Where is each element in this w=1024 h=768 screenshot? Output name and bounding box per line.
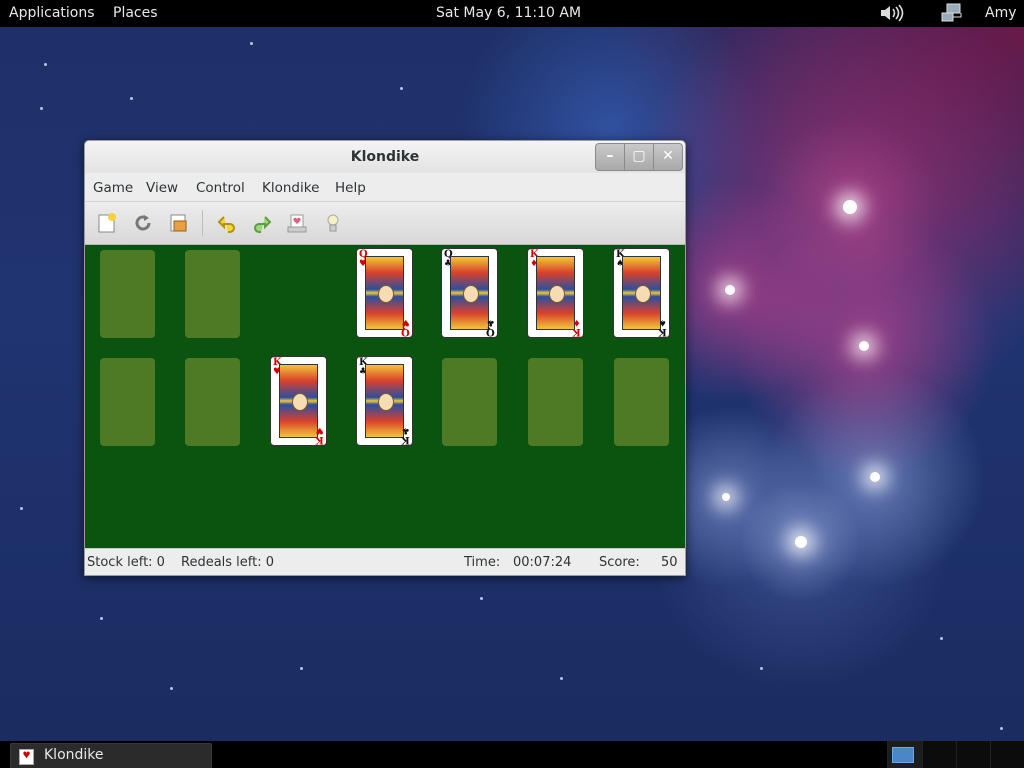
toolbar-separator xyxy=(202,210,203,236)
star xyxy=(300,667,303,670)
star xyxy=(760,667,763,670)
waste-slot[interactable] xyxy=(185,250,240,338)
menu-view[interactable]: View xyxy=(146,180,178,196)
time-label: Time: xyxy=(464,555,501,570)
star xyxy=(130,97,133,100)
select-game-icon[interactable] xyxy=(168,212,190,234)
firework-burst xyxy=(725,285,735,295)
window-titlebar[interactable]: Klondike – ▢ ✕ xyxy=(85,141,685,173)
top-panel: Applications Places Sat May 6, 11:10 AM … xyxy=(0,0,1024,27)
card-rank-bottom: K ♣ xyxy=(401,425,410,445)
star xyxy=(170,687,173,690)
star xyxy=(250,42,253,45)
star xyxy=(400,87,403,90)
foundation-card-1[interactable]: Q ♥ Q ♥ xyxy=(356,248,413,338)
restart-icon[interactable] xyxy=(132,212,154,234)
score-label: Score: xyxy=(599,555,640,570)
new-game-icon[interactable] xyxy=(96,212,118,234)
foundation-card-2[interactable]: Q ♣ Q ♣ xyxy=(441,248,498,338)
user-menu[interactable]: Amy xyxy=(985,5,1017,21)
star xyxy=(40,107,43,110)
card-face-art xyxy=(450,256,489,330)
time-value: 00:07:24 xyxy=(513,555,572,570)
firework-burst xyxy=(722,493,730,501)
workspace-3[interactable] xyxy=(956,741,991,768)
card-face-art xyxy=(622,256,661,330)
close-button[interactable]: ✕ xyxy=(653,143,683,171)
star xyxy=(100,617,103,620)
tableau-slot-7[interactable] xyxy=(614,358,669,446)
tableau-slot-2[interactable] xyxy=(185,358,240,446)
stock-left: Stock left: 0 xyxy=(87,555,165,570)
clock[interactable]: Sat May 6, 11:10 AM xyxy=(436,5,581,21)
card-table[interactable]: Q ♥ Q ♥ Q ♣ Q ♣ K ♦ K ♦ K ♠ K ♠ K ♥ K ♥ K ♣ xyxy=(85,245,685,548)
minimize-button[interactable]: – xyxy=(595,143,625,171)
menu-help[interactable]: Help xyxy=(335,180,366,196)
workspace-1[interactable] xyxy=(887,741,922,768)
star xyxy=(20,507,23,510)
card-rank-bottom: Q ♣ xyxy=(486,317,495,337)
card-face-art xyxy=(365,364,404,438)
status-bar: Stock left: 0 Redeals left: 0 Time: 00:0… xyxy=(85,548,685,575)
menu-control[interactable]: Control xyxy=(196,180,245,196)
redo-icon[interactable] xyxy=(251,212,273,234)
firework-burst xyxy=(870,472,880,482)
foundation-card-3[interactable]: K ♦ K ♦ xyxy=(527,248,584,338)
firework-burst xyxy=(859,341,869,351)
card-rank-bottom: K ♦ xyxy=(572,317,581,337)
tableau-card-3[interactable]: K ♥ K ♥ xyxy=(270,356,327,446)
card-rank-bottom: Q ♥ xyxy=(401,317,410,337)
volume-icon[interactable] xyxy=(878,2,904,28)
star xyxy=(940,637,943,640)
stock-slot[interactable] xyxy=(100,250,155,338)
tableau-slot-5[interactable] xyxy=(442,358,497,446)
menu-game[interactable]: Game xyxy=(93,180,133,196)
star xyxy=(44,63,47,66)
maximize-button[interactable]: ▢ xyxy=(624,143,654,171)
klondike-app-icon: ♥ xyxy=(19,749,34,765)
menu-klondike[interactable]: Klondike xyxy=(262,180,319,196)
taskbar-label: Klondike xyxy=(44,747,104,763)
workspace-2[interactable] xyxy=(922,741,957,768)
network-icon[interactable] xyxy=(940,2,966,28)
card-rank-bottom: K ♠ xyxy=(658,317,667,337)
tableau-slot-1[interactable] xyxy=(100,358,155,446)
workspace-4[interactable] xyxy=(990,741,1024,768)
firework-burst xyxy=(843,200,857,214)
star xyxy=(560,677,563,680)
menu-bar: Game View Control Klondike Help xyxy=(85,173,685,202)
firework-burst xyxy=(795,536,807,548)
redeals-left: Redeals left: 0 xyxy=(181,555,275,570)
card-rank-bottom: K ♥ xyxy=(315,425,324,445)
foundation-card-4[interactable]: K ♠ K ♠ xyxy=(613,248,670,338)
tableau-slot-6[interactable] xyxy=(528,358,583,446)
deal-icon[interactable] xyxy=(286,212,308,234)
undo-icon[interactable] xyxy=(216,212,238,234)
card-face-art xyxy=(365,256,404,330)
bottom-panel: ♥ Klondike xyxy=(0,741,1024,768)
window-title: Klondike xyxy=(350,149,420,165)
score-value: 50 xyxy=(661,555,678,570)
hint-icon[interactable] xyxy=(322,212,344,234)
applications-menu[interactable]: Applications xyxy=(9,5,95,21)
card-face-art xyxy=(536,256,575,330)
card-face-art xyxy=(279,364,318,438)
taskbar-button-klondike[interactable]: ♥ Klondike xyxy=(10,743,212,768)
tableau-card-4[interactable]: K ♣ K ♣ xyxy=(356,356,413,446)
klondike-window: Klondike – ▢ ✕ Game View Control Klondik… xyxy=(84,140,686,576)
star xyxy=(1000,727,1003,730)
places-menu[interactable]: Places xyxy=(113,5,158,21)
toolbar xyxy=(85,202,685,245)
star xyxy=(480,597,483,600)
